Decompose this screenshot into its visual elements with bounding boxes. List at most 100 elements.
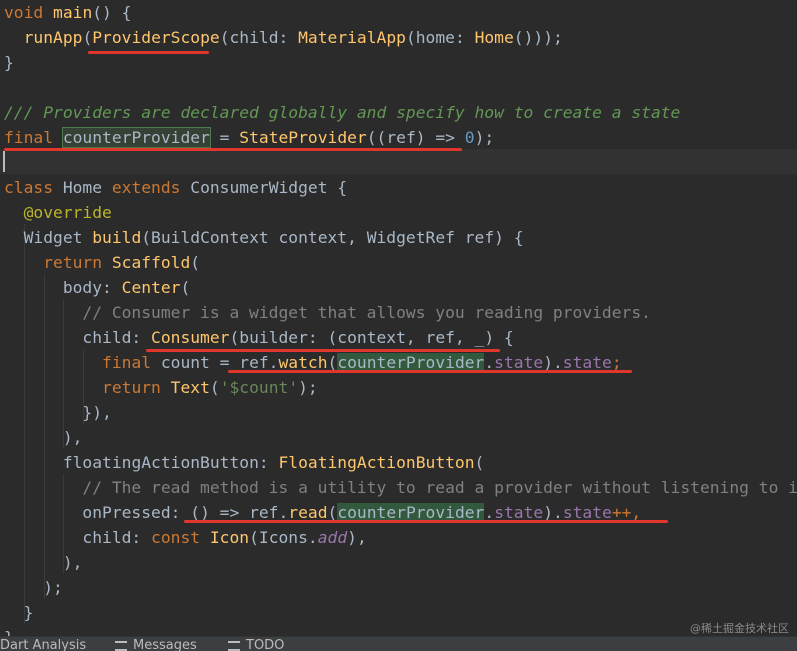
code-line-3[interactable]: }	[4, 50, 14, 75]
named-argument: onPressed	[82, 503, 171, 522]
annotation-underline	[228, 370, 632, 373]
code-text: child:	[82, 528, 152, 547]
keyword: return	[43, 253, 103, 272]
code-text: (child:	[219, 28, 299, 47]
class-name: Home	[474, 28, 514, 47]
code-line-13[interactable]: // Consumer is a widget that allows you …	[4, 300, 651, 325]
code-line-9[interactable]: @override	[4, 200, 112, 225]
bottom-tool-bar: Dart Analysis Messages TODO	[0, 636, 797, 651]
keyword: final	[4, 128, 54, 147]
function-name: build	[92, 228, 142, 247]
keyword: class	[4, 178, 54, 197]
code-text: ),	[62, 553, 83, 572]
code-line-22[interactable]: child: const Icon(Icons.add),	[4, 525, 366, 550]
code-text: =	[209, 128, 240, 147]
code-text: (Icons.	[249, 528, 318, 547]
code-line-25[interactable]: }	[4, 600, 34, 625]
code-text: );	[474, 128, 495, 147]
code-text: (home:	[405, 28, 475, 47]
code-text: );	[43, 578, 63, 597]
code-line-14[interactable]: child: Consumer(builder: (context, ref, …	[4, 325, 514, 350]
code-text: (BuildContext context, WidgetRef ref) {	[141, 228, 524, 247]
annotation-underline	[4, 148, 462, 151]
class-name: ProviderScope	[92, 28, 220, 47]
highlighted-identifier: counterProvider	[61, 127, 211, 148]
code-line-17[interactable]: }),	[4, 400, 111, 425]
code-text: ),	[62, 428, 83, 447]
keyword: extends	[111, 178, 181, 197]
code-line-2[interactable]: runApp(ProviderScope(child: MaterialApp(…	[4, 25, 563, 50]
code-line-6[interactable]: final counterProvider = StateProvider((r…	[4, 125, 494, 150]
class-name: Text	[170, 378, 210, 397]
doc-comment[interactable]: /// Providers are declared globally and …	[4, 100, 680, 125]
code-line-20[interactable]: // The read method is a utility to read …	[4, 475, 797, 500]
code-line-11[interactable]: return Scaffold(	[4, 250, 200, 275]
code-line-10[interactable]: Widget build(BuildContext context, Widge…	[4, 225, 524, 250]
text-caret	[3, 151, 5, 172]
code-line-24[interactable]: );	[4, 575, 63, 600]
code-line-8[interactable]: class Home extends ConsumerWidget {	[4, 175, 347, 200]
code-line-26[interactable]: }	[4, 625, 14, 636]
code-text: (	[209, 378, 220, 397]
tab-todo[interactable]: TODO	[228, 638, 284, 651]
class-name: Icon	[209, 528, 250, 547]
watermark: @稀土掘金技术社区	[690, 622, 789, 635]
function-name: main	[53, 3, 93, 22]
code-text: (	[474, 453, 485, 472]
code-text: );	[298, 378, 318, 397]
class-name: StateProvider	[239, 128, 367, 147]
tab-label: TODO	[246, 638, 285, 651]
tab-dart-analysis[interactable]: Dart Analysis	[0, 638, 86, 651]
tab-label: Messages	[133, 638, 197, 651]
code-text: ()));	[513, 28, 563, 47]
code-line-16[interactable]: return Text('$count');	[4, 375, 318, 400]
function-name: runApp	[23, 28, 83, 47]
code-text: () {	[92, 3, 132, 22]
code-text: child:	[82, 328, 152, 347]
type-name: Widget	[23, 228, 93, 247]
code-line-1[interactable]: void main() {	[4, 0, 131, 25]
annotation: @override	[23, 203, 112, 222]
class-name: Consumer	[151, 328, 230, 347]
class-name: Center	[121, 278, 181, 297]
code-text: (	[180, 278, 191, 297]
keyword: const	[151, 528, 201, 547]
code-line-12[interactable]: body: Center(	[4, 275, 190, 300]
class-name: Scaffold	[111, 253, 191, 272]
code-text: (builder: (context, ref, _) {	[229, 328, 514, 347]
code-text: (	[190, 253, 201, 272]
code-line-19[interactable]: floatingActionButton: FloatingActionButt…	[4, 450, 485, 475]
keyword: return	[102, 378, 161, 397]
property: add	[317, 528, 348, 547]
current-line-highlight	[0, 149, 797, 174]
annotation-underline	[184, 520, 668, 523]
code-line-18[interactable]: ),	[4, 425, 83, 450]
messages-icon	[115, 640, 127, 651]
code-line-23[interactable]: ),	[4, 550, 83, 575]
string-literal: '$count'	[219, 378, 299, 397]
keyword: final	[102, 353, 152, 372]
tab-messages[interactable]: Messages	[115, 638, 197, 651]
annotation-underline	[146, 349, 500, 352]
code-editor[interactable]: void main() { runApp(ProviderScope(child…	[0, 0, 797, 636]
number-literal: 0	[464, 128, 475, 147]
todo-list-icon	[228, 640, 240, 651]
line-comment: // The read method is a utility to read …	[82, 478, 797, 497]
code-text: ConsumerWidget {	[180, 178, 348, 197]
